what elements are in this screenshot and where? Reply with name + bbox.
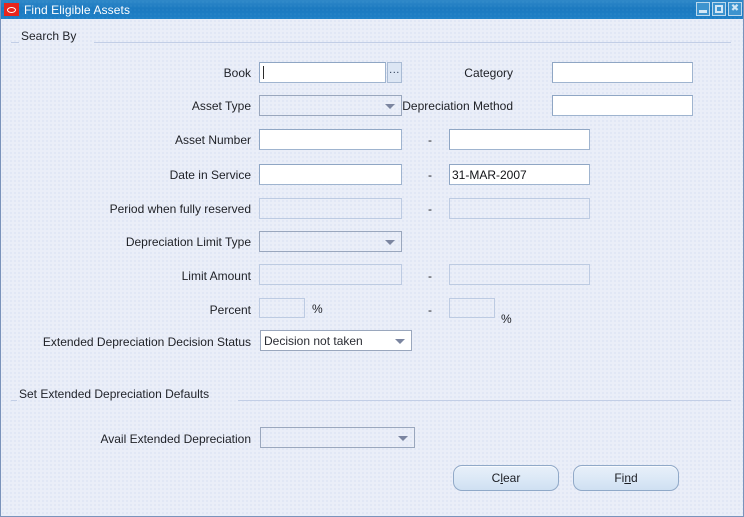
extended-decision-status-dropdown[interactable]: Decision not taken xyxy=(260,330,412,351)
depreciation-limit-type-dropdown[interactable] xyxy=(259,231,402,252)
percent-from-input xyxy=(259,298,305,318)
chevron-down-icon xyxy=(398,435,408,441)
oracle-logo-icon xyxy=(4,3,19,16)
percent-to-input xyxy=(449,298,495,318)
set-defaults-group-title: Set Extended Depreciation Defaults xyxy=(19,387,210,401)
period-fully-reserved-to-input xyxy=(449,198,590,219)
extended-decision-status-label: Extended Depreciation Decision Status xyxy=(42,335,251,349)
category-label: Category xyxy=(464,66,513,80)
find-button-label: Find xyxy=(614,471,638,485)
period-fully-reserved-label: Period when fully reserved xyxy=(109,202,251,216)
percent-label: Percent xyxy=(209,303,251,317)
depreciation-method-input[interactable] xyxy=(552,95,693,116)
asset-number-to-input[interactable] xyxy=(449,129,590,150)
avail-extended-depreciation-label: Avail Extended Depreciation xyxy=(100,432,251,446)
percent-to-unit: % xyxy=(501,312,512,326)
depreciation-limit-type-label: Depreciation Limit Type xyxy=(125,235,251,249)
chevron-down-icon xyxy=(385,239,395,245)
date-in-service-separator: - xyxy=(428,168,432,182)
period-fully-reserved-from-input xyxy=(259,198,402,219)
asset-number-separator: - xyxy=(428,133,432,147)
form-canvas: Search By Book ... Category Asset Type D… xyxy=(1,19,743,516)
limit-amount-to-input xyxy=(449,264,590,285)
title-bar[interactable]: Find Eligible Assets ✖ xyxy=(1,0,743,19)
clear-button-label: Clear xyxy=(491,471,521,485)
avail-extended-depreciation-dropdown[interactable] xyxy=(260,427,415,448)
extended-decision-status-value: Decision not taken xyxy=(264,333,363,348)
find-button[interactable]: Find xyxy=(573,465,679,491)
depreciation-method-label: Depreciation Method xyxy=(402,99,513,113)
clear-button[interactable]: Clear xyxy=(453,465,559,491)
category-input[interactable] xyxy=(552,62,693,83)
date-in-service-label: Date in Service xyxy=(169,168,251,182)
close-button[interactable]: ✖ xyxy=(728,2,742,16)
date-in-service-from-input[interactable] xyxy=(259,164,402,185)
limit-amount-label: Limit Amount xyxy=(181,269,251,283)
window-controls: ✖ xyxy=(696,2,742,16)
minimize-button[interactable] xyxy=(696,2,710,16)
set-defaults-frame-line xyxy=(238,400,731,401)
asset-number-from-input[interactable] xyxy=(259,129,402,150)
asset-number-label: Asset Number xyxy=(174,133,251,147)
find-eligible-assets-window: Find Eligible Assets ✖ Search By Book ..… xyxy=(0,0,744,517)
search-by-group-title: Search By xyxy=(21,29,77,43)
period-fully-reserved-separator: - xyxy=(428,202,432,216)
date-in-service-to-input[interactable]: 31-MAR-2007 xyxy=(449,164,590,185)
window-title: Find Eligible Assets xyxy=(24,2,131,17)
limit-amount-separator: - xyxy=(428,269,432,283)
chevron-down-icon xyxy=(395,338,405,344)
percent-separator: - xyxy=(428,303,432,317)
book-label: Book xyxy=(223,66,251,80)
maximize-button[interactable] xyxy=(712,2,726,16)
search-by-frame-line xyxy=(94,42,731,43)
asset-type-label: Asset Type xyxy=(191,99,251,113)
limit-amount-from-input xyxy=(259,264,402,285)
percent-from-unit: % xyxy=(312,302,323,316)
